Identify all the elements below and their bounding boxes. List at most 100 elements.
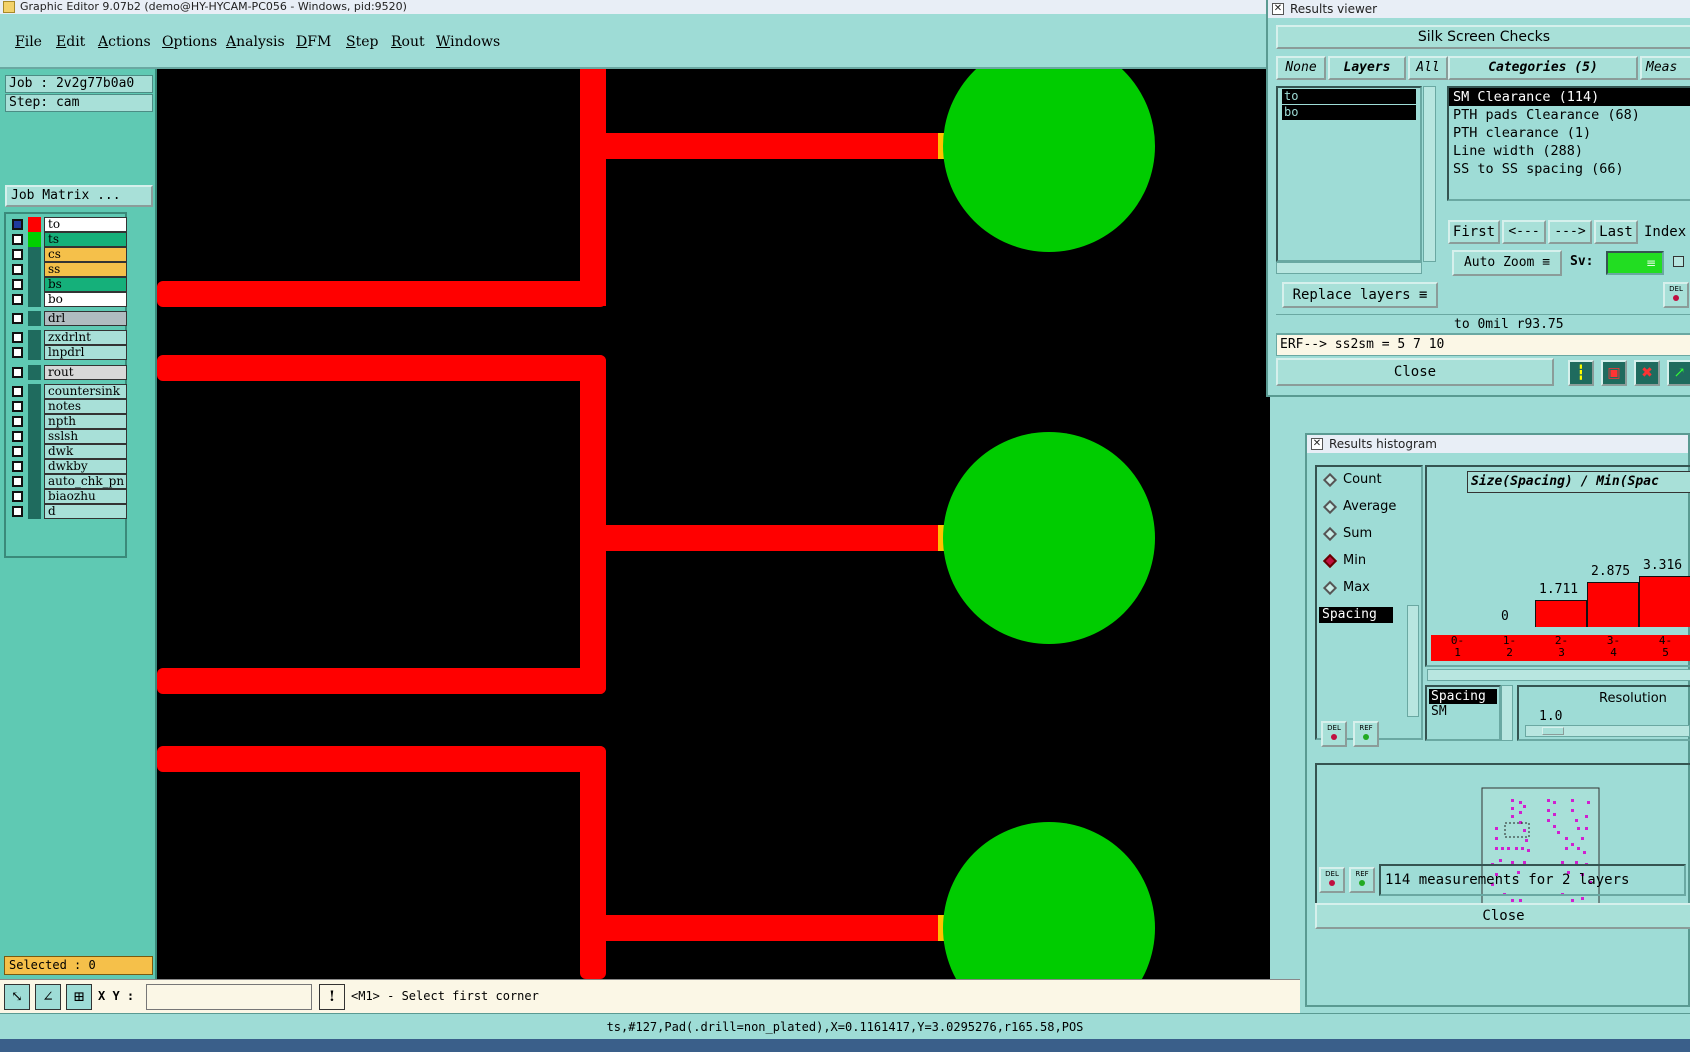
- menu-rout[interactable]: Rout: [391, 34, 425, 50]
- layer-checkbox[interactable]: [12, 219, 23, 230]
- ruler-icon[interactable]: ┇: [1568, 360, 1594, 386]
- layer-name[interactable]: auto_chk_pn: [44, 474, 127, 489]
- option-checkbox[interactable]: [1673, 256, 1684, 267]
- radio-count[interactable]: Count: [1321, 469, 1426, 491]
- layer-name[interactable]: lnpdrl: [44, 345, 127, 360]
- measures-button[interactable]: Meas: [1640, 56, 1690, 80]
- layer-list-scrollbar[interactable]: [1423, 86, 1436, 262]
- layer-color-swatch[interactable]: [28, 365, 41, 380]
- layer-name[interactable]: dwkby: [44, 459, 127, 474]
- layer-checkbox[interactable]: [12, 249, 23, 260]
- resolution-slider[interactable]: [1525, 725, 1690, 737]
- job-matrix-button[interactable]: Job Matrix ...: [5, 185, 153, 207]
- layer-checkbox[interactable]: [12, 491, 23, 502]
- layer-row-npth[interactable]: npth: [8, 414, 127, 429]
- xy-input[interactable]: [146, 984, 312, 1010]
- last-button[interactable]: Last: [1594, 220, 1638, 244]
- layer-color-swatch[interactable]: [28, 232, 41, 247]
- spacing-list-scrollbar[interactable]: [1501, 685, 1513, 741]
- layer-name[interactable]: ts: [44, 232, 127, 247]
- layer-name[interactable]: d: [44, 504, 127, 519]
- layer-row-zxdrlnt[interactable]: zxdrlnt: [8, 330, 127, 345]
- layer-color-swatch[interactable]: [28, 311, 41, 326]
- measure-icon[interactable]: ∠: [35, 984, 61, 1010]
- layer-color-swatch[interactable]: [28, 429, 41, 444]
- layer-checkbox[interactable]: [12, 386, 23, 397]
- layers-button[interactable]: Layers: [1328, 56, 1406, 80]
- histogram-close-button[interactable]: Close: [1315, 903, 1690, 929]
- layer-row-rout[interactable]: rout: [8, 365, 127, 380]
- layer-name[interactable]: biaozhu: [44, 489, 127, 504]
- layer-name[interactable]: ss: [44, 262, 127, 277]
- list-item[interactable]: PTH clearance (1): [1449, 124, 1690, 142]
- layer-color-swatch[interactable]: [28, 459, 41, 474]
- histogram-bar[interactable]: [1639, 576, 1690, 627]
- close-icon[interactable]: ✕: [1272, 3, 1284, 15]
- next-button[interactable]: --->: [1548, 220, 1592, 244]
- radio-min[interactable]: Min: [1321, 550, 1426, 572]
- layer-name[interactable]: cs: [44, 247, 127, 262]
- remove-icon[interactable]: ✖: [1634, 360, 1660, 386]
- layer-checkbox[interactable]: [12, 506, 23, 517]
- attribute-list-scrollbar[interactable]: [1407, 605, 1419, 717]
- layer-name[interactable]: npth: [44, 414, 127, 429]
- histogram-bar[interactable]: [1587, 582, 1639, 627]
- layer-color-swatch[interactable]: [28, 489, 41, 504]
- layer-name[interactable]: drl: [44, 311, 127, 326]
- layer-checkbox[interactable]: [12, 347, 23, 358]
- radio-max[interactable]: Max: [1321, 577, 1426, 599]
- layer-color-swatch[interactable]: [28, 444, 41, 459]
- layer-color-swatch[interactable]: [28, 330, 41, 345]
- layer-name[interactable]: countersink: [44, 384, 127, 399]
- prev-button[interactable]: <---: [1502, 220, 1546, 244]
- results-close-button[interactable]: Close: [1276, 358, 1554, 386]
- slider-thumb[interactable]: [1542, 727, 1564, 735]
- menu-windows[interactable]: Windows: [436, 34, 500, 50]
- layer-checkbox[interactable]: [12, 332, 23, 343]
- layer-row-to[interactable]: to: [8, 217, 127, 232]
- board-preview[interactable]: [1315, 763, 1690, 923]
- menu-edit[interactable]: Edit: [56, 34, 85, 50]
- layer-row-bo[interactable]: bo: [8, 292, 127, 307]
- layer-name[interactable]: rout: [44, 365, 127, 380]
- layer-checkbox[interactable]: [12, 279, 23, 290]
- layer-row-ss[interactable]: ss: [8, 262, 127, 277]
- graphics-canvas[interactable]: [157, 69, 1270, 979]
- layer-row-lnpdrl[interactable]: lnpdrl: [8, 345, 127, 360]
- layer-color-swatch[interactable]: [28, 414, 41, 429]
- radio-average[interactable]: Average: [1321, 496, 1426, 518]
- layer-checkbox[interactable]: [12, 264, 23, 275]
- list-item[interactable]: to: [1282, 89, 1416, 104]
- menu-actions[interactable]: Actions: [98, 34, 151, 50]
- layer-color-swatch[interactable]: [28, 345, 41, 360]
- layer-checkbox[interactable]: [12, 431, 23, 442]
- del-button[interactable]: DEL: [1663, 282, 1689, 308]
- del-button[interactable]: DEL: [1321, 721, 1347, 747]
- layer-list-hscrollbar[interactable]: [1276, 262, 1422, 274]
- layer-name[interactable]: zxdrlnt: [44, 330, 127, 345]
- menu-dfm[interactable]: DFM: [296, 34, 331, 50]
- layer-color-swatch[interactable]: [28, 504, 41, 519]
- list-item[interactable]: PTH pads Clearance (68): [1449, 106, 1690, 124]
- layer-name[interactable]: sslsh: [44, 429, 127, 444]
- layer-color-swatch[interactable]: [28, 292, 41, 307]
- layer-row-d[interactable]: d: [8, 504, 127, 519]
- sv-dropdown[interactable]: ≡: [1606, 251, 1664, 275]
- layer-row-auto_chk_pn[interactable]: auto_chk_pn: [8, 474, 127, 489]
- layer-color-swatch[interactable]: [28, 262, 41, 277]
- layer-color-swatch[interactable]: [28, 474, 41, 489]
- menu-analysis[interactable]: Analysis: [226, 34, 285, 50]
- layer-checkbox[interactable]: [12, 416, 23, 427]
- layer-color-swatch[interactable]: [28, 217, 41, 232]
- layer-name[interactable]: bo: [44, 292, 127, 307]
- grid-icon[interactable]: ⊞: [66, 984, 92, 1010]
- list-item[interactable]: SM Clearance (114): [1449, 88, 1690, 106]
- chart-hscrollbar[interactable]: [1427, 669, 1690, 681]
- ref-button[interactable]: REF: [1349, 867, 1375, 893]
- radio-sum[interactable]: Sum: [1321, 523, 1426, 545]
- menu-file[interactable]: File: [15, 34, 42, 50]
- close-icon[interactable]: ✕: [1311, 438, 1323, 450]
- layers-all-button[interactable]: All: [1408, 56, 1448, 80]
- layer-checkbox[interactable]: [12, 313, 23, 324]
- highlight-icon[interactable]: ▣: [1601, 360, 1627, 386]
